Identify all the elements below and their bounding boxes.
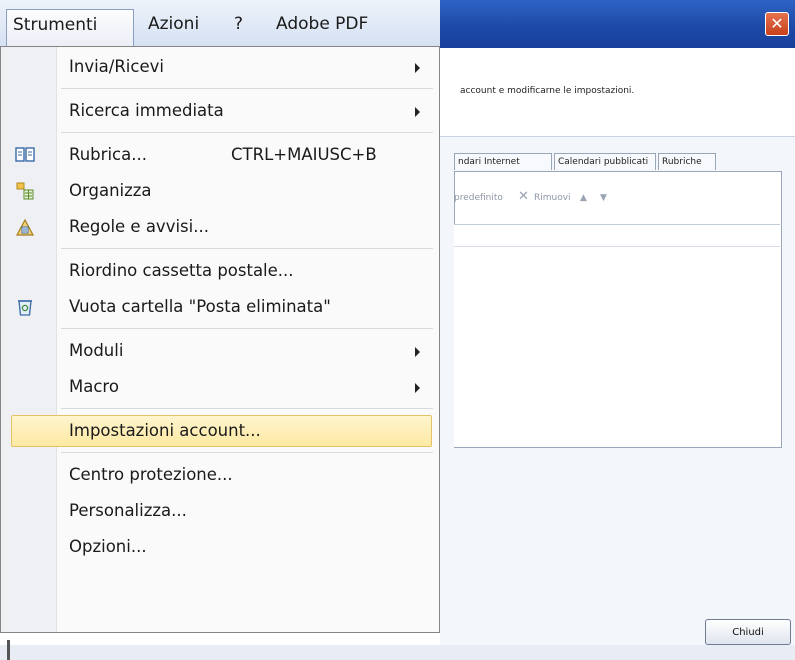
bottom-strip xyxy=(0,645,795,660)
menu-item-label: Moduli xyxy=(69,341,124,360)
menu-item-moduli[interactable]: Moduli xyxy=(1,333,439,369)
menu-item-label: Regole e avvisi... xyxy=(69,217,209,236)
menu-separator xyxy=(61,408,433,409)
menu-item-label: Riordino cassetta postale... xyxy=(69,261,294,280)
menu-item-regole-avvisi[interactable]: Regole e avvisi... xyxy=(1,209,439,245)
menu-help[interactable]: ? xyxy=(228,9,254,40)
menu-item-label: Vuota cartella "Posta eliminata" xyxy=(69,297,331,316)
close-button[interactable]: Chiudi xyxy=(705,619,791,645)
menu-item-ricerca-immediata[interactable]: Ricerca immediata xyxy=(1,93,439,129)
menu-item-personalizza[interactable]: Personalizza... xyxy=(1,493,439,529)
menu-separator xyxy=(61,452,433,453)
menu-item-label: Centro protezione... xyxy=(69,465,233,484)
set-default-button[interactable]: predefinito xyxy=(454,193,503,203)
menu-item-label: Rubrica... xyxy=(69,145,147,164)
account-settings-dialog: ✕ account e modificarne le impostazioni.… xyxy=(440,0,795,660)
tab-calendari-internet[interactable]: ndari Internet xyxy=(454,153,552,170)
dialog-close-icon[interactable]: ✕ xyxy=(765,12,789,36)
menu-item-rubrica[interactable]: Rubrica... CTRL+MAIUSC+B xyxy=(1,137,439,173)
menu-item-label: Opzioni... xyxy=(69,537,147,556)
account-list[interactable] xyxy=(454,224,780,447)
menu-item-label: Impostazioni account... xyxy=(69,421,261,440)
menu-item-label: Personalizza... xyxy=(69,501,187,520)
dialog-description: account e modificarne le impostazioni. xyxy=(460,86,635,96)
rules-alerts-icon xyxy=(16,218,34,236)
submenu-arrow-icon xyxy=(415,383,420,393)
tab-rubriche[interactable]: Rubriche xyxy=(658,153,716,170)
menu-item-label: Macro xyxy=(69,377,119,396)
remove-button[interactable]: Rimuovi xyxy=(534,193,571,203)
strumenti-dropdown: Invia/Ricevi Ricerca immediata Rubrica..… xyxy=(0,46,440,633)
menu-item-vuota-cartella[interactable]: Vuota cartella "Posta eliminata" xyxy=(1,289,439,325)
menu-item-organizza[interactable]: Organizza xyxy=(1,173,439,209)
bottom-edge-marker xyxy=(7,640,10,660)
recycle-bin-icon xyxy=(18,300,32,316)
menu-item-invia-ricevi[interactable]: Invia/Ricevi xyxy=(1,49,439,85)
menu-separator xyxy=(61,328,433,329)
menu-bar: Strumenti Azioni ? Adobe PDF xyxy=(0,0,440,47)
menu-item-centro-protezione[interactable]: Centro protezione... xyxy=(1,457,439,493)
remove-icon: ✕ xyxy=(518,189,529,204)
address-book-icon xyxy=(15,147,35,162)
menu-azioni[interactable]: Azioni xyxy=(142,9,214,40)
move-down-icon[interactable]: ▼ xyxy=(600,193,607,203)
menu-separator xyxy=(61,248,433,249)
submenu-arrow-icon xyxy=(415,107,420,117)
menu-separator xyxy=(61,132,433,133)
menu-item-impostazioni-account[interactable]: Impostazioni account... xyxy=(1,413,439,449)
menu-item-shortcut: CTRL+MAIUSC+B xyxy=(231,145,377,164)
menu-item-riordino-cassetta[interactable]: Riordino cassetta postale... xyxy=(1,253,439,289)
submenu-arrow-icon xyxy=(415,63,420,73)
move-up-icon[interactable]: ▲ xyxy=(580,193,587,203)
dialog-titlebar: ✕ xyxy=(440,0,795,48)
submenu-arrow-icon xyxy=(415,347,420,357)
menu-item-opzioni[interactable]: Opzioni... xyxy=(1,529,439,565)
menu-item-label: Organizza xyxy=(69,181,152,200)
menu-item-label: Ricerca immediata xyxy=(69,101,224,120)
menu-item-label: Invia/Ricevi xyxy=(69,57,164,76)
menu-separator xyxy=(61,88,433,89)
menu-item-macro[interactable]: Macro xyxy=(1,369,439,405)
organize-icon xyxy=(16,182,34,200)
menu-adobe-pdf[interactable]: Adobe PDF xyxy=(270,9,394,40)
tab-calendari-pubblicati[interactable]: Calendari pubblicati xyxy=(554,153,656,170)
list-header-divider xyxy=(454,246,780,247)
menu-strumenti[interactable]: Strumenti xyxy=(6,9,134,47)
